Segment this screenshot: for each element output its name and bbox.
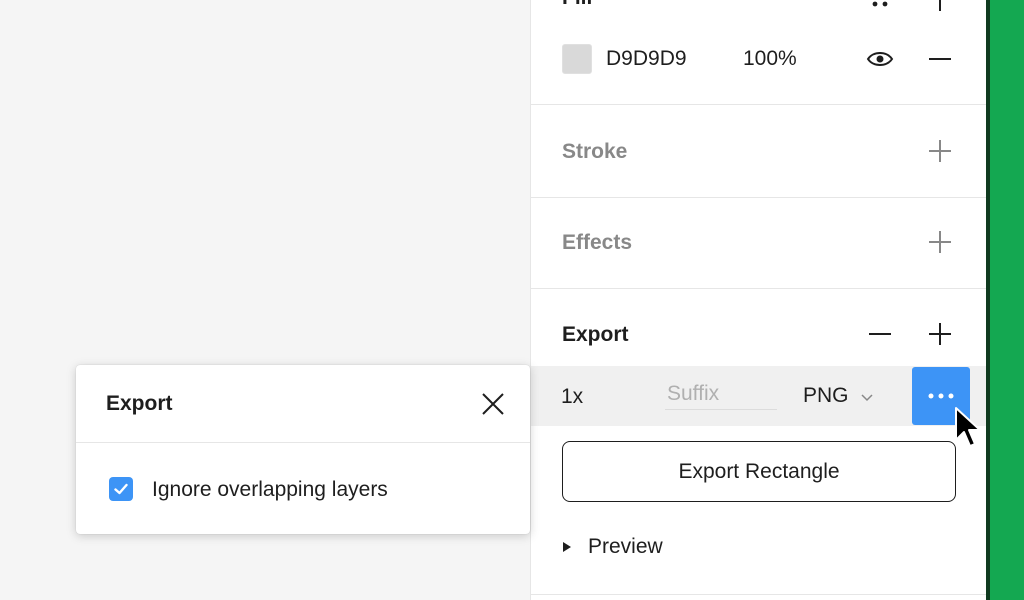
fill-styles-icon[interactable] [865,0,895,15]
section-divider [531,197,987,198]
section-divider [531,104,987,105]
section-divider [531,594,987,595]
export-settings-row: 1x PNG [531,366,987,426]
caret-right-icon [562,535,572,559]
mouse-cursor-icon [954,406,982,455]
fill-section-title: Fill [562,0,592,10]
add-fill-icon[interactable] [925,0,955,15]
eye-icon[interactable] [865,44,895,74]
export-format-value: PNG [803,384,849,407]
chevron-down-icon [860,384,874,408]
more-icon [928,393,954,399]
checkmark-icon [114,483,128,495]
preview-toggle[interactable]: Preview [562,535,663,559]
window-edge [990,0,1024,600]
export-section-title: Export [562,323,629,346]
stroke-section-title: Stroke [562,140,628,163]
fill-opacity-value[interactable]: 100% [743,47,797,71]
popover-title: Export [106,392,173,415]
ignore-overlapping-layers-label: Ignore overlapping layers [152,478,388,501]
effects-section-title: Effects [562,231,633,254]
properties-panel: Fill D9D9D9 100% Stroke Effects Export 1… [530,0,987,600]
close-icon[interactable] [478,389,508,419]
export-format-select[interactable]: PNG [803,384,874,408]
export-suffix-input[interactable] [665,378,777,410]
export-options-popover: Export Ignore overlapping layers [76,365,530,534]
remove-fill-icon[interactable] [925,44,955,74]
preview-label: Preview [588,535,663,558]
fill-hex-value[interactable]: D9D9D9 [606,47,687,71]
export-rectangle-button[interactable]: Export Rectangle [562,441,956,502]
add-export-icon[interactable] [925,319,955,349]
remove-export-icon[interactable] [865,319,895,349]
section-divider [531,288,987,289]
add-effect-icon[interactable] [925,227,955,257]
add-stroke-icon[interactable] [925,136,955,166]
export-scale-select[interactable]: 1x [561,385,583,409]
ignore-overlapping-layers-checkbox[interactable] [109,477,133,501]
popover-divider [76,442,530,443]
fill-color-swatch[interactable] [562,44,592,74]
